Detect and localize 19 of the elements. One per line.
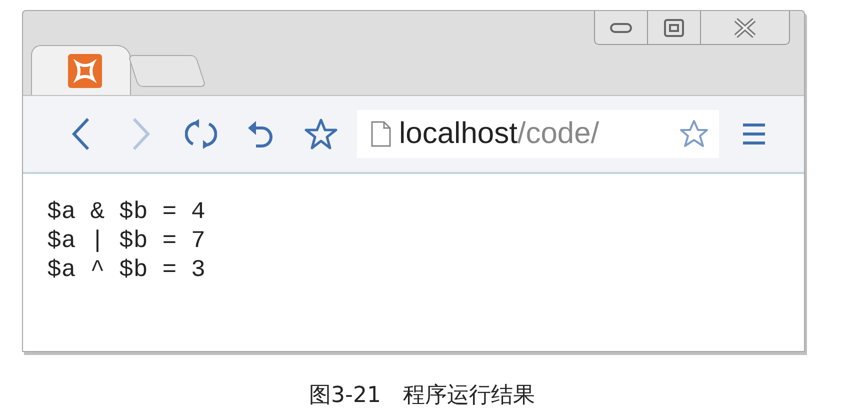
figure-number: 图3-21 bbox=[309, 382, 381, 410]
maximize-icon[interactable] bbox=[664, 18, 684, 36]
browser-tab[interactable] bbox=[31, 45, 131, 95]
close-icon[interactable] bbox=[733, 18, 757, 38]
reload-icon[interactable] bbox=[185, 118, 217, 150]
url-host: localhost bbox=[399, 117, 518, 150]
bookmark-star-icon[interactable] bbox=[304, 118, 338, 150]
app-icon bbox=[68, 54, 102, 88]
back-icon[interactable] bbox=[71, 117, 91, 151]
address-bar[interactable]: localhost/code/ bbox=[357, 110, 719, 158]
minimize-icon[interactable] bbox=[610, 22, 632, 32]
star-icon[interactable] bbox=[679, 119, 709, 149]
figure-caption: 程序运行结果 bbox=[402, 382, 535, 410]
output-line: $a ^ $b = 3 bbox=[47, 256, 206, 285]
output-line: $a | $b = 7 bbox=[47, 227, 206, 256]
url-path: /code/ bbox=[517, 117, 600, 150]
page-icon bbox=[371, 121, 391, 147]
menu-icon[interactable] bbox=[741, 122, 767, 146]
output-line: $a & $b = 4 bbox=[47, 198, 206, 227]
